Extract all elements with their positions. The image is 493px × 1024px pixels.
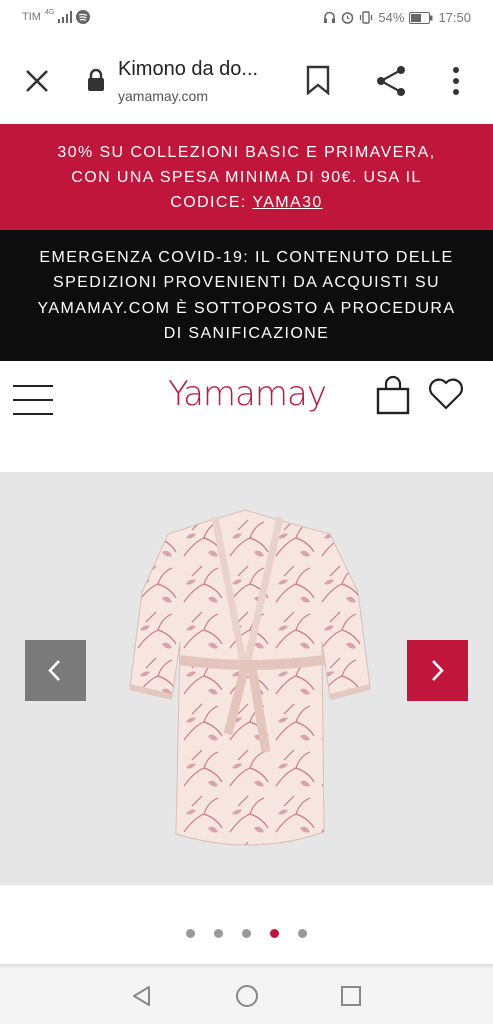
covid-line-2: SPEDIZIONI PROVENIENTI DA ACQUISTI SU xyxy=(53,274,440,291)
heart-icon[interactable] xyxy=(428,377,464,411)
hamburger-icon[interactable] xyxy=(13,383,53,417)
covid-line-1: EMERGENZA COVID-19: IL CONTENUTO DELLE xyxy=(39,248,454,266)
previous-image-button[interactable] xyxy=(25,640,86,701)
vibrate-icon xyxy=(360,11,373,24)
signal-icon xyxy=(58,11,73,23)
site-header: Yamamay xyxy=(0,361,493,443)
spotify-icon xyxy=(76,10,91,24)
next-image-button[interactable] xyxy=(407,640,468,701)
promo-line-2: CON UNA SPESA MINIMA DI 90€. USA IL xyxy=(71,168,422,186)
lock-icon xyxy=(86,68,106,92)
system-navigation-bar xyxy=(0,968,493,1024)
page-title: Kimono da do... xyxy=(118,58,259,80)
gallery-dot-active[interactable] xyxy=(270,929,279,938)
status-left: TIM 4G xyxy=(22,8,91,24)
chevron-left-icon xyxy=(48,660,60,681)
bookmark-icon[interactable] xyxy=(303,64,333,96)
gallery-dot[interactable] xyxy=(298,929,307,938)
carrier-label: TIM xyxy=(22,11,41,23)
home-circle-icon[interactable] xyxy=(234,983,260,1009)
clock: 17:50 xyxy=(438,10,471,25)
gallery-pagination xyxy=(0,927,493,939)
alarm-icon xyxy=(342,12,354,24)
status-bar: TIM 4G 54% 17:50 xyxy=(0,0,493,36)
battery-icon xyxy=(409,11,433,24)
covid-notice-banner: EMERGENZA COVID-19: IL CONTENUTO DELLE S… xyxy=(0,230,493,361)
gallery-dot[interactable] xyxy=(214,929,223,938)
covid-line-3: YAMAMAY.COM È SOTTOPOSTO A PROCEDURA xyxy=(37,299,456,317)
more-vert-icon[interactable] xyxy=(448,64,464,98)
chevron-right-icon xyxy=(432,660,444,681)
back-triangle-icon[interactable] xyxy=(129,983,155,1009)
status-right: 54% 17:50 xyxy=(323,10,471,25)
close-icon[interactable] xyxy=(20,64,54,98)
network-type-label: 4G xyxy=(44,8,55,16)
yamamay-logo[interactable]: Yamamay xyxy=(168,374,327,414)
gallery-dot[interactable] xyxy=(186,929,195,938)
recents-square-icon[interactable] xyxy=(338,983,364,1009)
browser-toolbar: Kimono da do... yamamay.com xyxy=(0,36,493,124)
product-gallery xyxy=(0,443,493,964)
promo-code-link[interactable]: YAMA30 xyxy=(252,194,322,211)
promo-line-3: CODICE: YAMA30 xyxy=(0,190,493,215)
battery-percent: 54% xyxy=(378,10,405,25)
share-icon[interactable] xyxy=(374,64,408,98)
covid-line-4: DI SANIFICAZIONE xyxy=(163,325,330,342)
promo-code-prefix: CODICE: xyxy=(170,193,253,211)
promo-line-1: 30% SU COLLEZIONI BASIC E PRIMAVERA, xyxy=(57,143,436,161)
gallery-dot[interactable] xyxy=(242,929,251,938)
product-image-kimono[interactable] xyxy=(40,472,453,885)
headphones-icon xyxy=(324,11,336,23)
promo-banner: 30% SU COLLEZIONI BASIC E PRIMAVERA, CON… xyxy=(0,124,493,230)
shopping-bag-icon[interactable] xyxy=(375,375,411,415)
url-text[interactable]: yamamay.com xyxy=(118,88,208,104)
